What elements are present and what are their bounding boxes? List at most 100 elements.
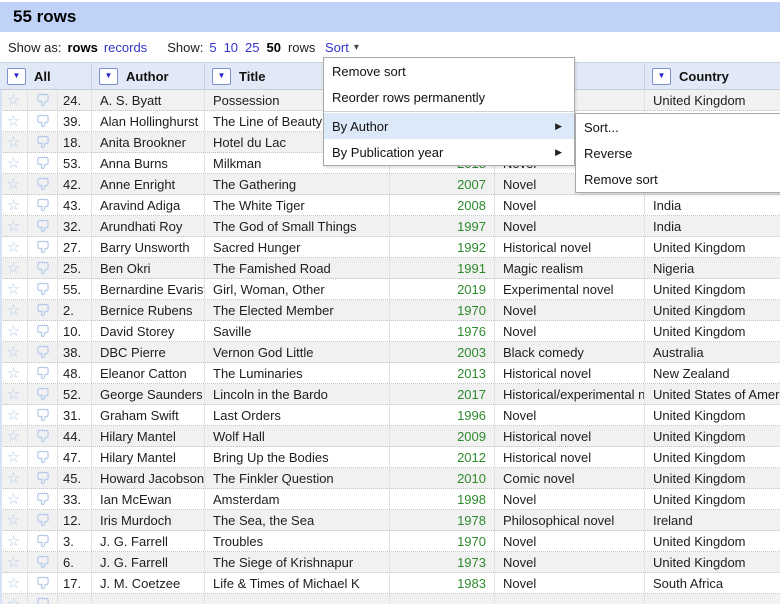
author-cell[interactable]: Arundhati Roy xyxy=(92,216,205,236)
title-cell[interactable]: The White Tiger xyxy=(205,195,390,215)
thumb-button[interactable] xyxy=(28,153,58,173)
star-button[interactable]: ☆ xyxy=(0,321,28,341)
page-size-50[interactable]: 50 xyxy=(267,40,281,55)
thumb-button[interactable] xyxy=(28,174,58,194)
author-cell[interactable]: George Saunders xyxy=(92,384,205,404)
year-link[interactable]: 2017 xyxy=(390,384,495,404)
year-link[interactable]: 2007 xyxy=(390,174,495,194)
menu-item-by-publication-year[interactable]: By Publication year ▶ xyxy=(324,139,574,165)
year-link[interactable]: 2003 xyxy=(390,342,495,362)
thumb-button[interactable] xyxy=(28,300,58,320)
star-button[interactable]: ☆ xyxy=(0,279,28,299)
star-button[interactable]: ☆ xyxy=(0,90,28,110)
star-button[interactable]: ☆ xyxy=(0,552,28,572)
author-cell[interactable]: Barry Unsworth xyxy=(92,237,205,257)
thumb-button[interactable] xyxy=(28,384,58,404)
year-link[interactable]: 1970 xyxy=(390,300,495,320)
column-header-author[interactable]: ▼ Author xyxy=(92,63,205,89)
thumb-button[interactable] xyxy=(28,237,58,257)
title-cell[interactable]: The Elected Member xyxy=(205,300,390,320)
author-cell[interactable]: Howard Jacobson xyxy=(92,468,205,488)
star-button[interactable]: ☆ xyxy=(0,468,28,488)
menu-item-remove-sort[interactable]: Remove sort xyxy=(324,58,574,84)
year-link[interactable]: 1998 xyxy=(390,489,495,509)
thumb-button[interactable] xyxy=(28,258,58,278)
year-link[interactable]: 1978 xyxy=(390,510,495,530)
year-link[interactable]: 2013 xyxy=(390,363,495,383)
title-cell[interactable]: The Luminaries xyxy=(205,363,390,383)
column-header-country[interactable]: ▼ Country xyxy=(645,63,780,89)
year-link[interactable]: 1976 xyxy=(390,321,495,341)
thumb-button[interactable] xyxy=(28,510,58,530)
page-size-5[interactable]: 5 xyxy=(209,40,216,55)
thumb-button[interactable] xyxy=(28,216,58,236)
title-cell[interactable]: Lincoln in the Bardo xyxy=(205,384,390,404)
author-cell[interactable]: David Storey xyxy=(92,321,205,341)
title-cell[interactable]: The Siege of Krishnapur xyxy=(205,552,390,572)
year-link[interactable]: 2009 xyxy=(390,426,495,446)
author-cell[interactable]: Iris Murdoch xyxy=(92,510,205,530)
author-cell[interactable]: Aravind Adiga xyxy=(92,195,205,215)
submenu-item-sort[interactable]: Sort... xyxy=(576,114,780,140)
show-as-rows-option[interactable]: rows xyxy=(67,40,97,55)
author-cell[interactable]: Eleanor Catton xyxy=(92,363,205,383)
author-cell[interactable]: Anita Brookner xyxy=(92,132,205,152)
thumb-button[interactable] xyxy=(28,363,58,383)
column-dropdown-button[interactable]: ▼ xyxy=(212,67,231,85)
star-button[interactable]: ☆ xyxy=(0,363,28,383)
title-cell[interactable]: Sacred Hunger xyxy=(205,237,390,257)
star-button[interactable]: ☆ xyxy=(0,216,28,236)
title-cell[interactable]: Girl, Woman, Other xyxy=(205,279,390,299)
menu-item-reorder-rows-permanently[interactable]: Reorder rows permanently xyxy=(324,84,574,110)
star-button[interactable]: ☆ xyxy=(0,426,28,446)
thumb-button[interactable] xyxy=(28,489,58,509)
star-button[interactable]: ☆ xyxy=(0,258,28,278)
star-button[interactable]: ☆ xyxy=(0,531,28,551)
thumb-button[interactable] xyxy=(28,426,58,446)
author-cell[interactable]: Ian McEwan xyxy=(92,489,205,509)
year-link[interactable]: 1973 xyxy=(390,552,495,572)
thumb-button[interactable] xyxy=(28,321,58,341)
thumb-button[interactable] xyxy=(28,594,58,604)
thumb-button[interactable] xyxy=(28,342,58,362)
author-cell[interactable]: Alan Hollinghurst xyxy=(92,111,205,131)
star-button[interactable]: ☆ xyxy=(0,111,28,131)
thumb-button[interactable] xyxy=(28,195,58,215)
author-cell[interactable]: Anne Enright xyxy=(92,174,205,194)
page-size-25[interactable]: 25 xyxy=(245,40,259,55)
author-cell[interactable]: Ben Okri xyxy=(92,258,205,278)
thumb-button[interactable] xyxy=(28,111,58,131)
star-button[interactable]: ☆ xyxy=(0,489,28,509)
thumb-button[interactable] xyxy=(28,279,58,299)
star-button[interactable]: ☆ xyxy=(0,447,28,467)
title-cell[interactable]: Bring Up the Bodies xyxy=(205,447,390,467)
page-size-10[interactable]: 10 xyxy=(224,40,238,55)
star-button[interactable]: ☆ xyxy=(0,132,28,152)
column-header-all[interactable]: ▼ All xyxy=(0,63,92,89)
author-cell[interactable]: A. S. Byatt xyxy=(92,90,205,110)
year-link[interactable]: 2010 xyxy=(390,468,495,488)
title-cell[interactable]: The Sea, the Sea xyxy=(205,510,390,530)
star-button[interactable]: ☆ xyxy=(0,237,28,257)
menu-item-by-author[interactable]: By Author ▶ xyxy=(324,113,574,139)
thumb-button[interactable] xyxy=(28,531,58,551)
year-link[interactable]: 1997 xyxy=(390,216,495,236)
title-cell[interactable]: Wolf Hall xyxy=(205,426,390,446)
column-dropdown-button[interactable]: ▼ xyxy=(7,67,26,85)
author-cell[interactable]: Hilary Mantel xyxy=(92,426,205,446)
title-cell[interactable]: The Famished Road xyxy=(205,258,390,278)
title-cell[interactable]: Saville xyxy=(205,321,390,341)
thumb-button[interactable] xyxy=(28,132,58,152)
column-dropdown-button[interactable]: ▼ xyxy=(652,67,671,85)
title-cell[interactable]: Troubles xyxy=(205,531,390,551)
title-cell[interactable]: Amsterdam xyxy=(205,489,390,509)
year-link[interactable]: 1996 xyxy=(390,405,495,425)
star-button[interactable]: ☆ xyxy=(0,594,28,604)
author-cell[interactable]: Anna Burns xyxy=(92,153,205,173)
title-cell[interactable]: Last Orders xyxy=(205,405,390,425)
submenu-item-reverse[interactable]: Reverse xyxy=(576,140,780,166)
star-button[interactable]: ☆ xyxy=(0,573,28,593)
thumb-button[interactable] xyxy=(28,552,58,572)
author-cell[interactable]: Bernice Rubens xyxy=(92,300,205,320)
year-link[interactable]: 1983 xyxy=(390,573,495,593)
